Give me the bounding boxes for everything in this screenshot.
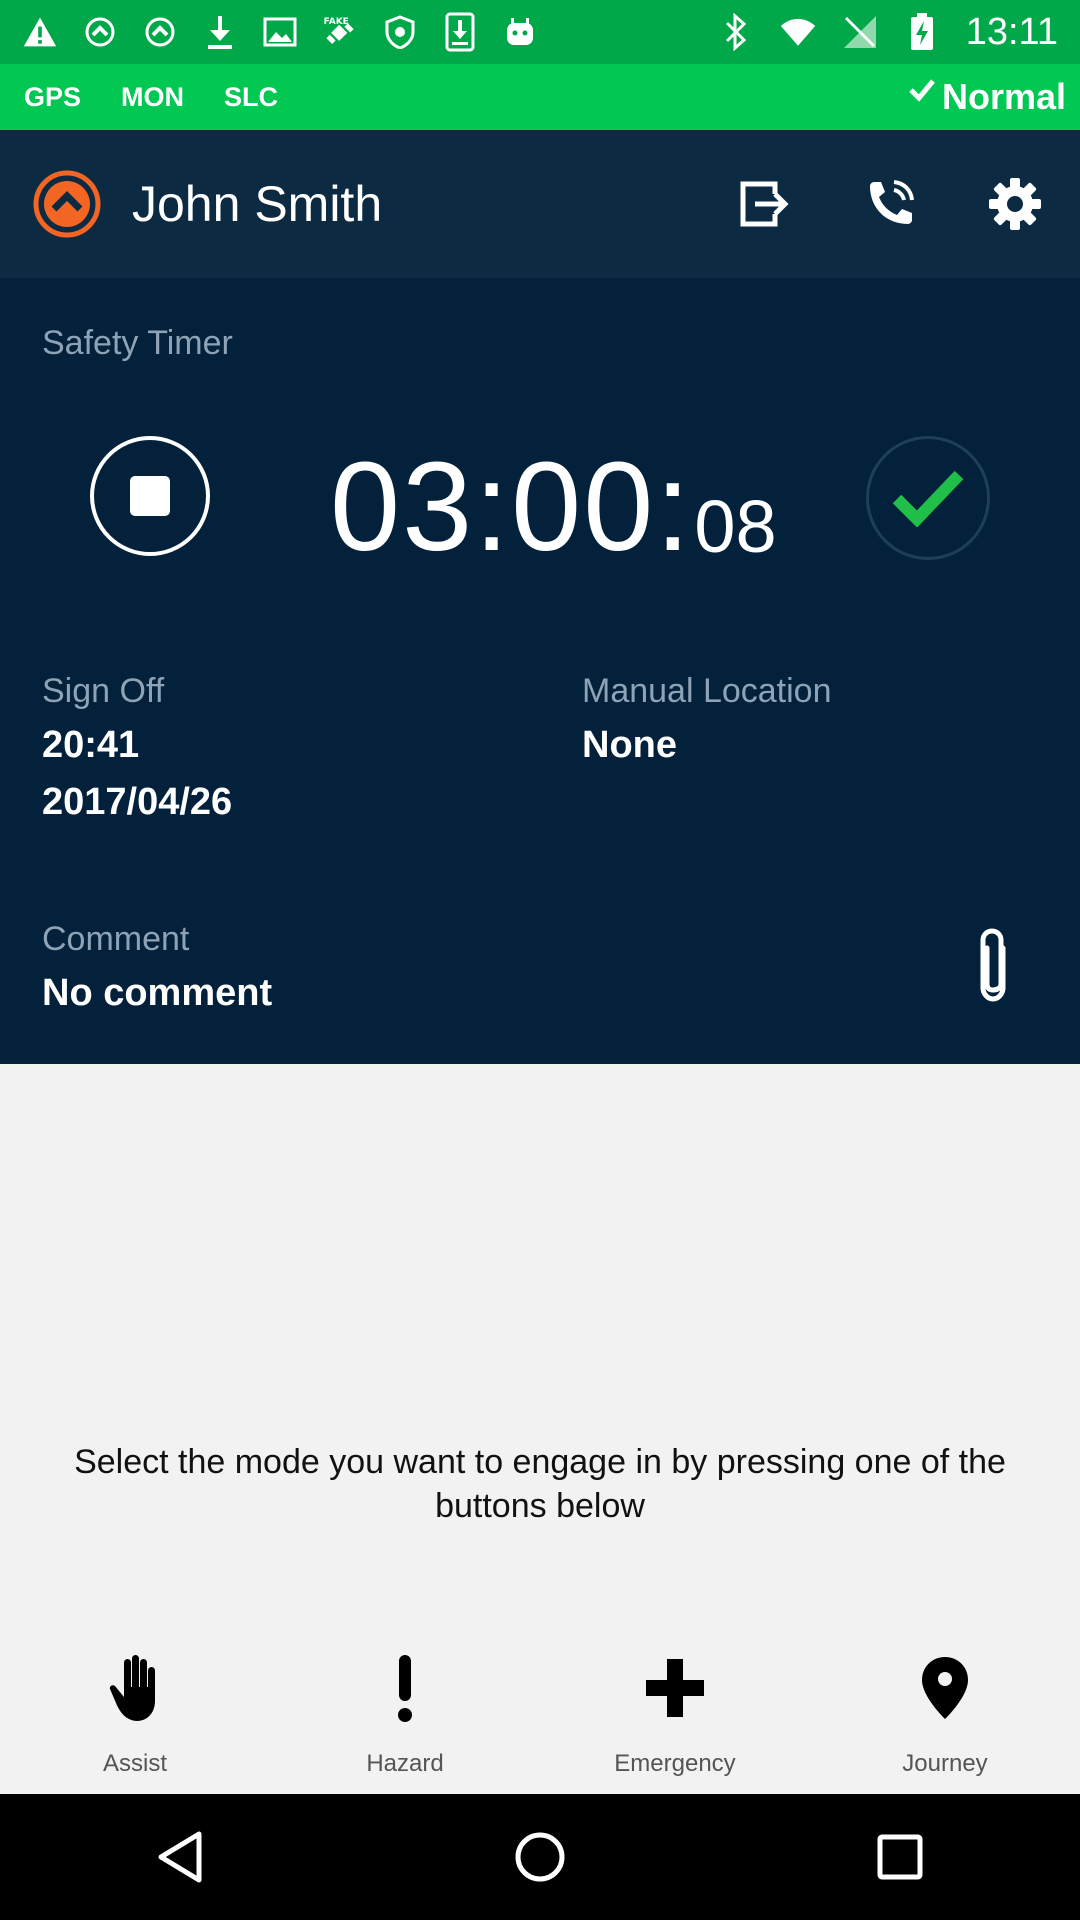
comment-label: Comment: [42, 920, 190, 958]
notification-icons: FAKE: [0, 12, 538, 52]
stop-icon: [130, 476, 170, 516]
timer-seconds: 08: [694, 485, 777, 568]
wifi-icon: [780, 14, 816, 50]
settings-button[interactable]: [980, 169, 1050, 239]
app-up-icon: [142, 14, 178, 50]
recents-button[interactable]: [855, 1812, 945, 1902]
android-icon: [502, 14, 538, 50]
logout-icon: [740, 181, 789, 227]
back-button[interactable]: [135, 1812, 225, 1902]
battery-charging-icon: [904, 13, 940, 50]
sign-off-time: 20:41: [42, 724, 140, 766]
logout-button[interactable]: [730, 169, 800, 239]
svg-text:FAKE: FAKE: [324, 17, 349, 27]
timer-main: 03:00:: [330, 436, 693, 577]
gps-tag: GPS: [24, 81, 82, 112]
clock: 13:11: [965, 10, 1058, 53]
mode-status: Normal: [908, 76, 1066, 118]
manual-location-label: Manual Location: [582, 672, 832, 710]
download-icon: [202, 14, 238, 50]
app-header: John Smith: [0, 130, 1080, 278]
bluetooth-icon: [718, 13, 754, 51]
emergency-button[interactable]: Emergency: [540, 1640, 810, 1790]
phone-icon: [870, 180, 914, 224]
slc-tag: SLC: [224, 81, 279, 112]
no-signal-icon: [842, 14, 878, 50]
assist-button[interactable]: Assist: [0, 1640, 270, 1790]
sign-off-label: Sign Off: [42, 672, 165, 710]
mode-buttons: Assist Hazard Emergency Journey: [0, 1640, 1080, 1790]
safety-timer-panel: Safety Timer 03:00: 08 Sign Off 20:41 20…: [0, 278, 1080, 1064]
check-icon: [909, 79, 935, 102]
back-icon: [158, 1831, 202, 1883]
phone-button[interactable]: [855, 169, 925, 239]
sign-off-date: 2017/04/26: [42, 781, 233, 823]
assist-label: Assist: [102, 1750, 167, 1777]
mon-tag: MON: [121, 81, 185, 112]
app-logo-icon: [33, 170, 101, 238]
check-icon: [892, 470, 964, 527]
manual-location-value[interactable]: None: [582, 724, 677, 767]
emergency-label: Emergency: [614, 1750, 736, 1777]
image-icon: [262, 14, 298, 50]
navigation-bar: [0, 1794, 1080, 1920]
hazard-button[interactable]: Hazard: [270, 1640, 540, 1790]
check-in-button[interactable]: [866, 436, 990, 560]
sd-download-icon: [442, 12, 478, 52]
journey-label: Journey: [902, 1750, 988, 1777]
system-icons: 13:11: [718, 11, 1080, 54]
app-up-icon: [82, 14, 118, 50]
home-button[interactable]: [495, 1812, 585, 1902]
mode-bar: GPS MON SLC Normal: [0, 64, 1080, 130]
attach-button[interactable]: [960, 918, 1026, 1014]
user-name: John Smith: [132, 176, 383, 232]
warning-icon: [22, 14, 58, 50]
journey-button[interactable]: Journey: [810, 1640, 1080, 1790]
hazard-label: Hazard: [366, 1750, 444, 1777]
comment-value[interactable]: No comment: [42, 972, 272, 1015]
fake-gps-icon: FAKE: [322, 14, 358, 50]
location-pin-icon: [905, 1648, 985, 1728]
mode-status-label: Normal: [941, 76, 1066, 117]
paperclip-icon: [980, 928, 1006, 1002]
status-bar: FAKE 13:11: [0, 0, 1080, 64]
stop-timer-button[interactable]: [90, 436, 210, 556]
exclamation-icon: [365, 1648, 445, 1728]
safety-timer-title: Safety Timer: [42, 324, 233, 362]
instruction-text: Select the mode you want to engage in by…: [74, 1443, 1006, 1525]
timer-display: 03:00: 08: [330, 430, 777, 570]
home-icon: [515, 1832, 565, 1882]
recents-icon: [877, 1834, 923, 1880]
screen: FAKE 13:11 GPS MON SLC Normal John Smith…: [0, 0, 1080, 1920]
shield-icon: [382, 14, 418, 50]
gear-icon: [989, 178, 1041, 230]
plus-icon: [635, 1648, 715, 1728]
header-actions: [675, 169, 1080, 239]
hand-icon: [95, 1648, 175, 1728]
